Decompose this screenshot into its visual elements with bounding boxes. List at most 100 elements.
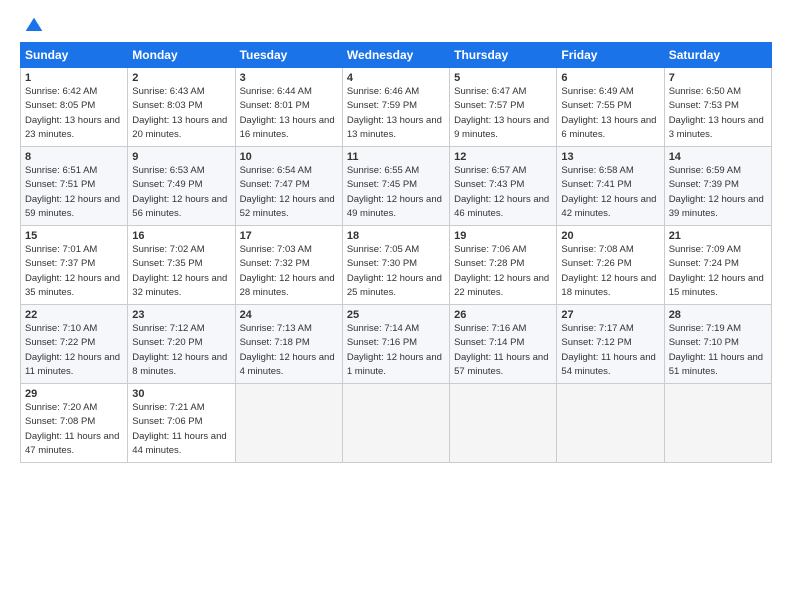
calendar-cell: 18Sunrise: 7:05 AMSunset: 7:30 PMDayligh…: [342, 226, 449, 305]
day-number: 10: [240, 151, 338, 163]
calendar-week-row: 29Sunrise: 7:20 AMSunset: 7:08 PMDayligh…: [21, 384, 772, 463]
day-info: Sunrise: 7:05 AMSunset: 7:30 PMDaylight:…: [347, 243, 445, 300]
day-info: Sunrise: 6:55 AMSunset: 7:45 PMDaylight:…: [347, 164, 445, 221]
calendar-cell: 28Sunrise: 7:19 AMSunset: 7:10 PMDayligh…: [664, 305, 771, 384]
calendar-cell: 1Sunrise: 6:42 AMSunset: 8:05 PMDaylight…: [21, 68, 128, 147]
calendar-cell: [557, 384, 664, 463]
calendar-cell: 15Sunrise: 7:01 AMSunset: 7:37 PMDayligh…: [21, 226, 128, 305]
day-info: Sunrise: 7:19 AMSunset: 7:10 PMDaylight:…: [669, 322, 767, 379]
day-number: 14: [669, 151, 767, 163]
calendar-cell: 17Sunrise: 7:03 AMSunset: 7:32 PMDayligh…: [235, 226, 342, 305]
day-info: Sunrise: 6:58 AMSunset: 7:41 PMDaylight:…: [561, 164, 659, 221]
calendar-cell: [664, 384, 771, 463]
day-number: 25: [347, 309, 445, 321]
calendar-week-row: 22Sunrise: 7:10 AMSunset: 7:22 PMDayligh…: [21, 305, 772, 384]
day-number: 4: [347, 72, 445, 84]
day-info: Sunrise: 6:42 AMSunset: 8:05 PMDaylight:…: [25, 85, 123, 142]
calendar-cell: 30Sunrise: 7:21 AMSunset: 7:06 PMDayligh…: [128, 384, 235, 463]
day-info: Sunrise: 7:01 AMSunset: 7:37 PMDaylight:…: [25, 243, 123, 300]
day-info: Sunrise: 7:08 AMSunset: 7:26 PMDaylight:…: [561, 243, 659, 300]
day-info: Sunrise: 6:46 AMSunset: 7:59 PMDaylight:…: [347, 85, 445, 142]
day-info: Sunrise: 7:06 AMSunset: 7:28 PMDaylight:…: [454, 243, 552, 300]
calendar-cell: 9Sunrise: 6:53 AMSunset: 7:49 PMDaylight…: [128, 147, 235, 226]
day-number: 3: [240, 72, 338, 84]
calendar-cell: 29Sunrise: 7:20 AMSunset: 7:08 PMDayligh…: [21, 384, 128, 463]
day-number: 18: [347, 230, 445, 242]
calendar-cell: 19Sunrise: 7:06 AMSunset: 7:28 PMDayligh…: [450, 226, 557, 305]
calendar-table: SundayMondayTuesdayWednesdayThursdayFrid…: [20, 42, 772, 463]
header-day: Saturday: [664, 43, 771, 68]
calendar-cell: 13Sunrise: 6:58 AMSunset: 7:41 PMDayligh…: [557, 147, 664, 226]
day-info: Sunrise: 6:50 AMSunset: 7:53 PMDaylight:…: [669, 85, 767, 142]
calendar-week-row: 15Sunrise: 7:01 AMSunset: 7:37 PMDayligh…: [21, 226, 772, 305]
day-info: Sunrise: 6:51 AMSunset: 7:51 PMDaylight:…: [25, 164, 123, 221]
day-number: 30: [132, 388, 230, 400]
calendar-cell: [235, 384, 342, 463]
calendar-week-row: 1Sunrise: 6:42 AMSunset: 8:05 PMDaylight…: [21, 68, 772, 147]
day-info: Sunrise: 7:02 AMSunset: 7:35 PMDaylight:…: [132, 243, 230, 300]
day-number: 2: [132, 72, 230, 84]
calendar-cell: 21Sunrise: 7:09 AMSunset: 7:24 PMDayligh…: [664, 226, 771, 305]
calendar-cell: 12Sunrise: 6:57 AMSunset: 7:43 PMDayligh…: [450, 147, 557, 226]
header-day: Sunday: [21, 43, 128, 68]
day-number: 17: [240, 230, 338, 242]
calendar-cell: [342, 384, 449, 463]
day-info: Sunrise: 6:54 AMSunset: 7:47 PMDaylight:…: [240, 164, 338, 221]
calendar-cell: 25Sunrise: 7:14 AMSunset: 7:16 PMDayligh…: [342, 305, 449, 384]
day-number: 27: [561, 309, 659, 321]
day-number: 21: [669, 230, 767, 242]
logo: [20, 16, 44, 32]
calendar-cell: 11Sunrise: 6:55 AMSunset: 7:45 PMDayligh…: [342, 147, 449, 226]
day-info: Sunrise: 7:17 AMSunset: 7:12 PMDaylight:…: [561, 322, 659, 379]
calendar-cell: 16Sunrise: 7:02 AMSunset: 7:35 PMDayligh…: [128, 226, 235, 305]
calendar-cell: 22Sunrise: 7:10 AMSunset: 7:22 PMDayligh…: [21, 305, 128, 384]
day-number: 23: [132, 309, 230, 321]
day-number: 15: [25, 230, 123, 242]
day-number: 11: [347, 151, 445, 163]
logo-icon: [24, 16, 44, 36]
calendar-body: 1Sunrise: 6:42 AMSunset: 8:05 PMDaylight…: [21, 68, 772, 463]
day-info: Sunrise: 6:53 AMSunset: 7:49 PMDaylight:…: [132, 164, 230, 221]
day-info: Sunrise: 6:59 AMSunset: 7:39 PMDaylight:…: [669, 164, 767, 221]
calendar-cell: 23Sunrise: 7:12 AMSunset: 7:20 PMDayligh…: [128, 305, 235, 384]
day-number: 13: [561, 151, 659, 163]
calendar-cell: 14Sunrise: 6:59 AMSunset: 7:39 PMDayligh…: [664, 147, 771, 226]
day-info: Sunrise: 7:16 AMSunset: 7:14 PMDaylight:…: [454, 322, 552, 379]
day-info: Sunrise: 6:49 AMSunset: 7:55 PMDaylight:…: [561, 85, 659, 142]
day-info: Sunrise: 6:43 AMSunset: 8:03 PMDaylight:…: [132, 85, 230, 142]
day-number: 19: [454, 230, 552, 242]
day-number: 6: [561, 72, 659, 84]
calendar-cell: 8Sunrise: 6:51 AMSunset: 7:51 PMDaylight…: [21, 147, 128, 226]
day-number: 1: [25, 72, 123, 84]
day-number: 29: [25, 388, 123, 400]
day-info: Sunrise: 7:10 AMSunset: 7:22 PMDaylight:…: [25, 322, 123, 379]
day-info: Sunrise: 7:03 AMSunset: 7:32 PMDaylight:…: [240, 243, 338, 300]
day-info: Sunrise: 7:20 AMSunset: 7:08 PMDaylight:…: [25, 401, 123, 458]
day-info: Sunrise: 7:13 AMSunset: 7:18 PMDaylight:…: [240, 322, 338, 379]
day-number: 26: [454, 309, 552, 321]
calendar-cell: 2Sunrise: 6:43 AMSunset: 8:03 PMDaylight…: [128, 68, 235, 147]
day-info: Sunrise: 7:09 AMSunset: 7:24 PMDaylight:…: [669, 243, 767, 300]
day-info: Sunrise: 6:47 AMSunset: 7:57 PMDaylight:…: [454, 85, 552, 142]
day-number: 28: [669, 309, 767, 321]
header-day: Wednesday: [342, 43, 449, 68]
calendar-cell: 7Sunrise: 6:50 AMSunset: 7:53 PMDaylight…: [664, 68, 771, 147]
day-number: 5: [454, 72, 552, 84]
calendar-cell: 4Sunrise: 6:46 AMSunset: 7:59 PMDaylight…: [342, 68, 449, 147]
calendar-cell: [450, 384, 557, 463]
calendar-cell: 27Sunrise: 7:17 AMSunset: 7:12 PMDayligh…: [557, 305, 664, 384]
day-number: 20: [561, 230, 659, 242]
calendar-cell: 3Sunrise: 6:44 AMSunset: 8:01 PMDaylight…: [235, 68, 342, 147]
calendar-cell: 10Sunrise: 6:54 AMSunset: 7:47 PMDayligh…: [235, 147, 342, 226]
header: [20, 16, 772, 32]
calendar-cell: 26Sunrise: 7:16 AMSunset: 7:14 PMDayligh…: [450, 305, 557, 384]
day-number: 16: [132, 230, 230, 242]
day-info: Sunrise: 7:12 AMSunset: 7:20 PMDaylight:…: [132, 322, 230, 379]
day-info: Sunrise: 6:44 AMSunset: 8:01 PMDaylight:…: [240, 85, 338, 142]
header-day: Thursday: [450, 43, 557, 68]
day-info: Sunrise: 6:57 AMSunset: 7:43 PMDaylight:…: [454, 164, 552, 221]
day-number: 9: [132, 151, 230, 163]
day-info: Sunrise: 7:14 AMSunset: 7:16 PMDaylight:…: [347, 322, 445, 379]
day-number: 8: [25, 151, 123, 163]
header-day: Monday: [128, 43, 235, 68]
